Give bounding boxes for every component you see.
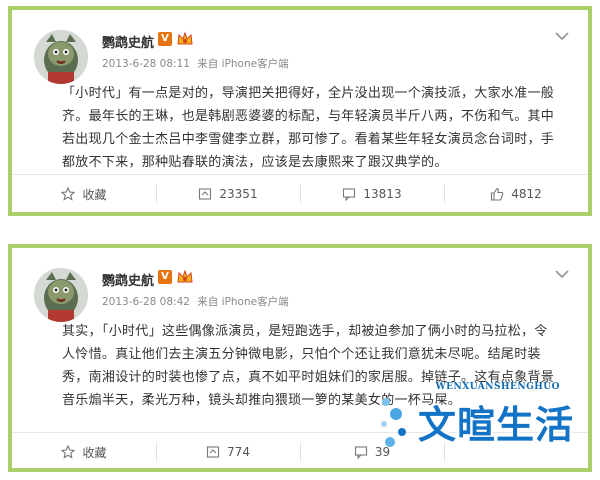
post-text: 「小时代」有一点是对的，导演把关把得好，全片没出现一个演技派，大家水准一般齐。最… [62,86,555,170]
repost-count: 23351 [219,187,258,201]
repost-icon [199,188,212,200]
watermark-title: 文暄生活 [417,403,574,447]
comment-icon [354,446,367,459]
post-meta: 2013-6-28 08:11 来自 iPhone客户端 [102,56,289,71]
star-icon [61,445,76,459]
crown-icon [177,31,193,45]
crown-icon [177,269,193,283]
avatar[interactable] [34,268,88,322]
username[interactable]: 鹦鹉史航 [102,270,154,289]
bubbles-icon [381,398,406,447]
weibo-post-card-2: 鹦鹉史航 V 2013-6-28 08:42 来自 iPhone客户端 其实，「… [8,244,592,472]
weibo-post-card-1: 鹦鹉史航 V 2013-6-28 08:11 来自 iPhone客户端 「小时代… [8,6,592,216]
chevron-down-icon[interactable] [554,30,570,42]
source[interactable]: iPhone客户端 [222,296,289,308]
repost-button[interactable]: 774 [156,433,300,471]
timestamp[interactable]: 2013-6-28 08:42 [102,296,190,308]
watermark-pinyin: WENXUANSHENGHUO [435,382,560,392]
action-bar: 收藏 23351 13813 4812 [12,175,588,213]
source-prefix: 来自 [197,58,219,70]
repost-count: 774 [227,445,250,459]
thumbs-up-icon [491,187,504,201]
favorite-label: 收藏 [82,445,107,460]
watermark-logo: WENXUANSHENGHUO 文暄生活 [372,382,582,454]
favorite-label: 收藏 [82,187,107,202]
comment-icon [343,188,356,201]
favorite-button[interactable]: 收藏 [12,433,156,471]
star-icon [61,187,76,201]
like-count: 4812 [511,187,542,201]
username[interactable]: 鹦鹉史航 [102,32,154,51]
repost-button[interactable]: 23351 [156,175,300,213]
like-button[interactable]: 4812 [444,175,588,213]
timestamp[interactable]: 2013-6-28 08:11 [102,58,190,70]
source-prefix: 来自 [197,296,219,308]
verified-badge: V [158,270,172,284]
repost-icon [206,446,220,458]
avatar[interactable] [34,30,88,84]
source[interactable]: iPhone客户端 [222,58,289,70]
verified-badge: V [158,32,172,46]
post-meta: 2013-6-28 08:42 来自 iPhone客户端 [102,294,289,309]
comment-count: 13813 [363,187,402,201]
comment-button[interactable]: 13813 [300,175,444,213]
chevron-down-icon[interactable] [554,268,570,280]
favorite-button[interactable]: 收藏 [12,175,156,213]
